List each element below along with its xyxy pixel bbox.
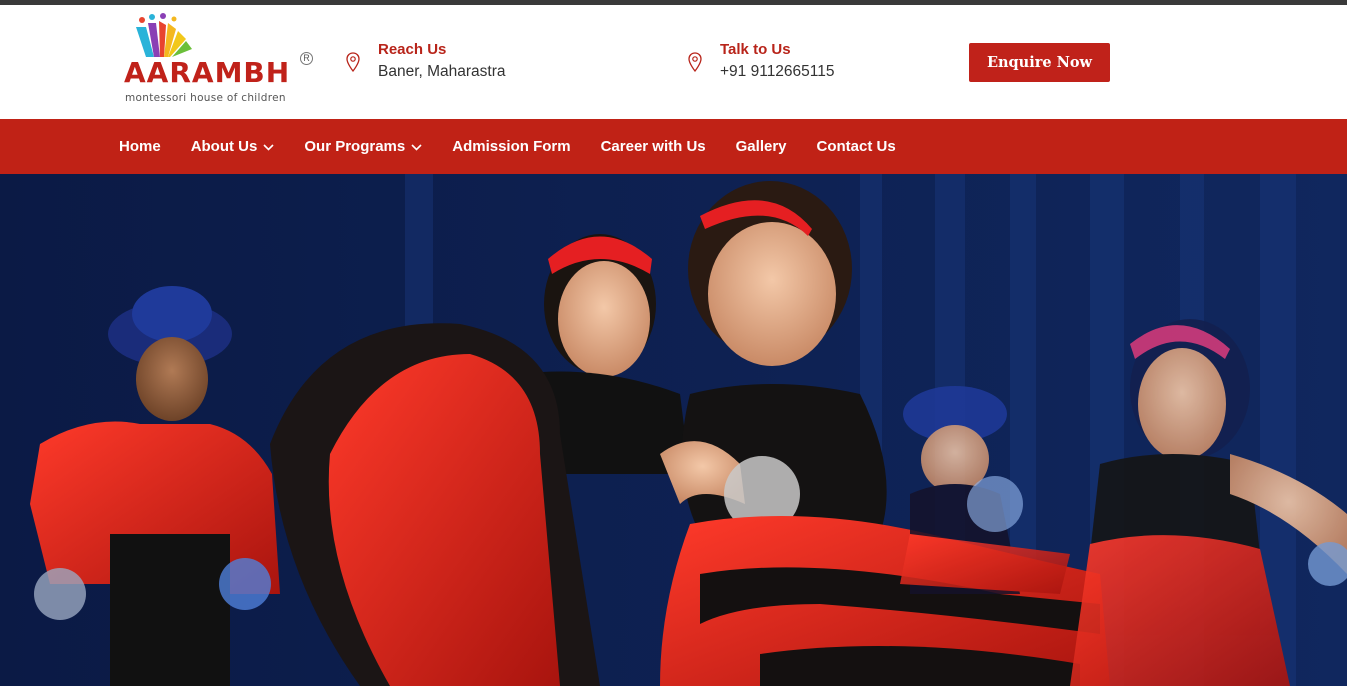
site-header: AARAMBH R montessori house of children R… [0, 5, 1347, 119]
reach-us-block: Reach Us Baner, Maharastra [346, 39, 566, 83]
nav-item-label: Gallery [735, 138, 787, 155]
brand-logo[interactable]: AARAMBH R montessori house of children [124, 13, 314, 111]
chevron-down-icon [411, 143, 422, 151]
nav-item-contact-us[interactable]: Contact Us [817, 138, 896, 155]
logo-tagline: montessori house of children [125, 92, 286, 104]
reach-us-title: Reach Us [378, 41, 447, 58]
map-pin-icon [688, 52, 702, 72]
talk-to-us-title: Talk to Us [720, 41, 791, 58]
nav-item-label: Career with Us [600, 138, 706, 155]
logo-mark-icon [136, 13, 192, 57]
main-nav: Home About Us Our Programs Admission For… [0, 119, 1347, 174]
logo-wordmark: AARAMBH [124, 56, 291, 89]
enquire-now-button[interactable]: Enquire Now [969, 43, 1110, 82]
nav-items: Home About Us Our Programs Admission For… [119, 119, 926, 174]
nav-item-our-programs[interactable]: Our Programs [304, 138, 422, 155]
phone-number-link[interactable]: +91 9112665115 [720, 63, 835, 81]
nav-item-admission-form[interactable]: Admission Form [452, 138, 570, 155]
nav-item-label: Our Programs [304, 138, 406, 155]
nav-item-about-us[interactable]: About Us [191, 138, 275, 155]
reach-us-address: Baner, Maharastra [378, 63, 506, 80]
nav-item-home[interactable]: Home [119, 138, 161, 155]
talk-to-us-block: Talk to Us +91 9112665115 [688, 39, 908, 83]
map-pin-icon [346, 52, 360, 72]
hero-banner [0, 174, 1347, 686]
hero-photo [0, 174, 1347, 686]
nav-item-gallery[interactable]: Gallery [736, 138, 787, 155]
chevron-down-icon [263, 143, 274, 151]
nav-item-label: Admission Form [452, 138, 571, 155]
nav-item-label: Contact Us [816, 138, 896, 155]
registered-mark: R [300, 52, 313, 65]
nav-item-label: Home [119, 138, 161, 155]
nav-item-career-with-us[interactable]: Career with Us [601, 138, 706, 155]
nav-item-label: About Us [190, 138, 258, 155]
